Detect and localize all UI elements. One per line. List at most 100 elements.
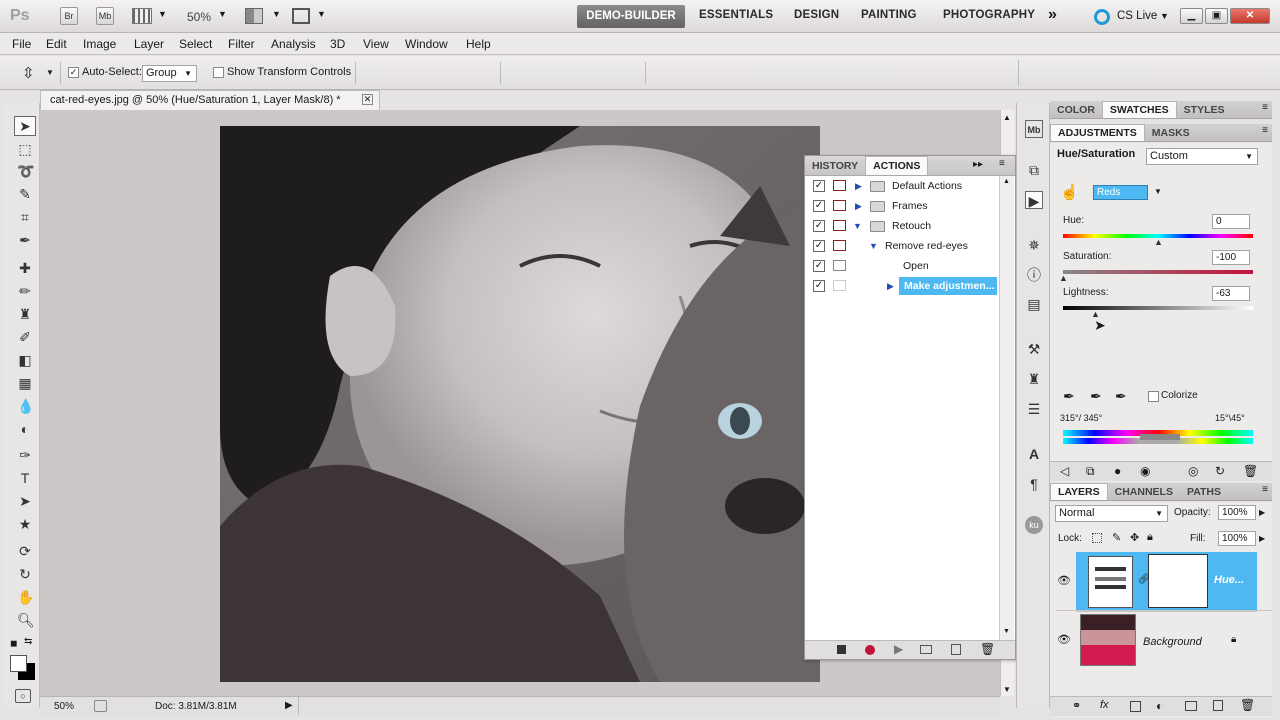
menu-3d[interactable]: 3D bbox=[330, 37, 345, 51]
panel-menu-icon[interactable]: ≡ bbox=[999, 158, 1005, 169]
arrange-documents-icon[interactable] bbox=[245, 8, 263, 24]
action-toggle-checkbox[interactable]: ✓ bbox=[813, 240, 825, 252]
reset-icon[interactable]: ↻ bbox=[1215, 464, 1225, 478]
record-icon[interactable] bbox=[865, 645, 875, 655]
kuler-panel-icon[interactable]: ku bbox=[1025, 516, 1043, 534]
new-action-icon[interactable] bbox=[951, 644, 961, 655]
action-row-make-adjustment[interactable]: ✓ ▶ Make adjustmen... bbox=[805, 276, 999, 296]
cs-live-label[interactable]: CS Live bbox=[1117, 10, 1157, 22]
action-toggle-checkbox[interactable]: ✓ bbox=[813, 200, 825, 212]
tab-layers[interactable]: LAYERS bbox=[1050, 483, 1108, 500]
pen-tool-icon[interactable]: ✑ bbox=[17, 447, 33, 463]
scroll-down-arrow[interactable]: ▼ bbox=[1003, 685, 1011, 694]
bridge-button[interactable]: Br bbox=[60, 7, 78, 25]
lock-all-icon[interactable]: 🔒︎ bbox=[1147, 531, 1153, 544]
lightness-input[interactable]: -63 bbox=[1212, 286, 1250, 301]
paragraph-panel-icon[interactable]: ¶ bbox=[1025, 475, 1043, 493]
tab-paths[interactable]: PATHS bbox=[1180, 484, 1228, 501]
fill-input[interactable]: 100% bbox=[1218, 531, 1256, 546]
layer-mask-thumbnail[interactable] bbox=[1148, 554, 1208, 608]
view-extras-icon[interactable] bbox=[132, 8, 152, 24]
blur-tool-icon[interactable]: 💧 bbox=[17, 398, 34, 414]
new-set-icon[interactable] bbox=[920, 645, 932, 654]
channel-dropdown[interactable]: Reds bbox=[1093, 185, 1148, 200]
auto-select-dropdown[interactable]: Group ▼ bbox=[142, 65, 197, 82]
expand-triangle-icon[interactable]: ▶ bbox=[887, 276, 894, 296]
panel-menu-icon[interactable]: ≡ bbox=[1262, 125, 1268, 136]
layer-lock-icon[interactable]: 🔒︎ bbox=[1231, 634, 1236, 645]
tab-history[interactable]: HISTORY bbox=[805, 157, 865, 176]
dialog-toggle-icon[interactable] bbox=[833, 240, 846, 251]
workspace-demo-builder[interactable]: DEMO-BUILDER bbox=[577, 5, 685, 28]
shape-tool-icon[interactable]: ★ bbox=[17, 516, 33, 532]
action-row-remove-red-eyes[interactable]: ✓ ▼ Remove red-eyes bbox=[805, 236, 999, 256]
fill-arrow-icon[interactable]: ▶ bbox=[1259, 534, 1265, 543]
previous-state-icon[interactable]: ◎ bbox=[1188, 464, 1198, 478]
screen-mode-icon[interactable] bbox=[292, 8, 310, 24]
menu-layer[interactable]: Layer bbox=[134, 37, 164, 51]
new-adjustment-icon[interactable]: ◐ bbox=[1156, 699, 1163, 713]
eyedropper-subtract-icon[interactable]: ✒ bbox=[1115, 388, 1127, 405]
range-selector[interactable] bbox=[1140, 434, 1180, 440]
foreground-color-swatch[interactable] bbox=[10, 655, 27, 672]
scroll-down-arrow[interactable]: ▼ bbox=[1003, 628, 1010, 635]
menu-view[interactable]: View bbox=[363, 37, 389, 51]
tab-actions[interactable]: ACTIONS bbox=[865, 156, 929, 175]
menu-file[interactable]: File bbox=[12, 37, 31, 51]
layer-style-icon[interactable]: fx bbox=[1100, 699, 1109, 711]
crop-tool-icon[interactable]: ⌗ bbox=[17, 209, 33, 225]
scroll-up-arrow[interactable]: ▲ bbox=[1003, 113, 1011, 122]
visibility-eye-icon[interactable]: 👁︎ bbox=[1057, 574, 1071, 587]
history-brush-icon[interactable]: ✐ bbox=[17, 329, 33, 345]
workspace-photography[interactable]: PHOTOGRAPHY bbox=[943, 9, 1035, 21]
expand-triangle-icon[interactable]: ▶ bbox=[855, 196, 862, 216]
scroll-up-arrow[interactable]: ▲ bbox=[1003, 178, 1010, 185]
document-tab[interactable]: cat-red-eyes.jpg @ 50% (Hue/Saturation 1… bbox=[40, 90, 380, 110]
more-workspaces-button[interactable]: » bbox=[1048, 6, 1057, 24]
move-tool-icon[interactable]: ➤ bbox=[17, 118, 33, 134]
minibridge-button[interactable]: Mb bbox=[96, 7, 114, 25]
clone-source-icon[interactable]: ♜ bbox=[1025, 370, 1043, 388]
chevron-down-icon[interactable]: ▼ bbox=[1160, 11, 1169, 21]
brush-tool-icon[interactable]: ✏ bbox=[17, 283, 33, 299]
default-colors-icon[interactable]: ◼ bbox=[10, 638, 17, 649]
opacity-input[interactable]: 100% bbox=[1218, 505, 1256, 520]
chevron-down-icon[interactable]: ▼ bbox=[158, 9, 167, 19]
hand-tool-icon[interactable]: ✋ bbox=[17, 589, 34, 605]
quick-mask-icon[interactable]: ○ bbox=[15, 689, 31, 703]
brush-presets-icon[interactable]: ☰ bbox=[1025, 400, 1043, 418]
layer-row-background[interactable]: Background 🔒︎ bbox=[1076, 611, 1257, 671]
eyedropper-add-icon[interactable]: ✒ bbox=[1090, 388, 1102, 405]
marquee-tool-icon[interactable]: ⬚ bbox=[17, 141, 33, 157]
collapse-triangle-icon[interactable]: ▼ bbox=[869, 236, 878, 256]
new-layer-icon[interactable] bbox=[1213, 700, 1223, 711]
play-icon[interactable]: ▶ bbox=[894, 642, 903, 656]
dodge-tool-icon[interactable]: ◐ bbox=[17, 421, 33, 437]
action-toggle-checkbox[interactable]: ✓ bbox=[813, 180, 825, 192]
stop-icon[interactable] bbox=[837, 645, 846, 654]
panel-menu-icon[interactable]: ≡ bbox=[1262, 484, 1268, 495]
tab-styles[interactable]: STYLES bbox=[1177, 102, 1232, 119]
document-image[interactable] bbox=[220, 126, 820, 682]
visibility-icon[interactable]: ◉ bbox=[1140, 464, 1150, 478]
preset-dropdown[interactable]: Custom ▼ bbox=[1146, 148, 1258, 165]
new-group-icon[interactable] bbox=[1185, 701, 1197, 711]
cs-live-icon[interactable] bbox=[1094, 9, 1110, 25]
menu-image[interactable]: Image bbox=[83, 37, 116, 51]
tool-presets-icon[interactable]: ⚒ bbox=[1025, 340, 1043, 358]
workspace-essentials[interactable]: ESSENTIALS bbox=[699, 9, 773, 21]
quick-selection-tool-icon[interactable]: ✎ bbox=[17, 186, 33, 202]
chevron-down-icon[interactable]: ▼ bbox=[46, 68, 54, 77]
auto-select-checkbox[interactable]: ✓ bbox=[68, 67, 79, 78]
action-toggle-checkbox[interactable]: ✓ bbox=[813, 220, 825, 232]
tab-color[interactable]: COLOR bbox=[1050, 102, 1102, 119]
menu-edit[interactable]: Edit bbox=[46, 37, 67, 51]
workspace-painting[interactable]: PAINTING bbox=[861, 9, 917, 21]
layer-row-hue-saturation[interactable]: 🔗︎ Hue... bbox=[1076, 552, 1257, 610]
path-selection-icon[interactable]: ➤ bbox=[17, 493, 33, 509]
lock-transparent-icon[interactable] bbox=[1092, 533, 1102, 543]
trash-icon[interactable]: 🗑︎ bbox=[980, 642, 995, 656]
close-document-icon[interactable]: ✕ bbox=[362, 94, 373, 105]
dialog-toggle-icon[interactable] bbox=[833, 200, 846, 211]
menu-help[interactable]: Help bbox=[466, 37, 491, 51]
